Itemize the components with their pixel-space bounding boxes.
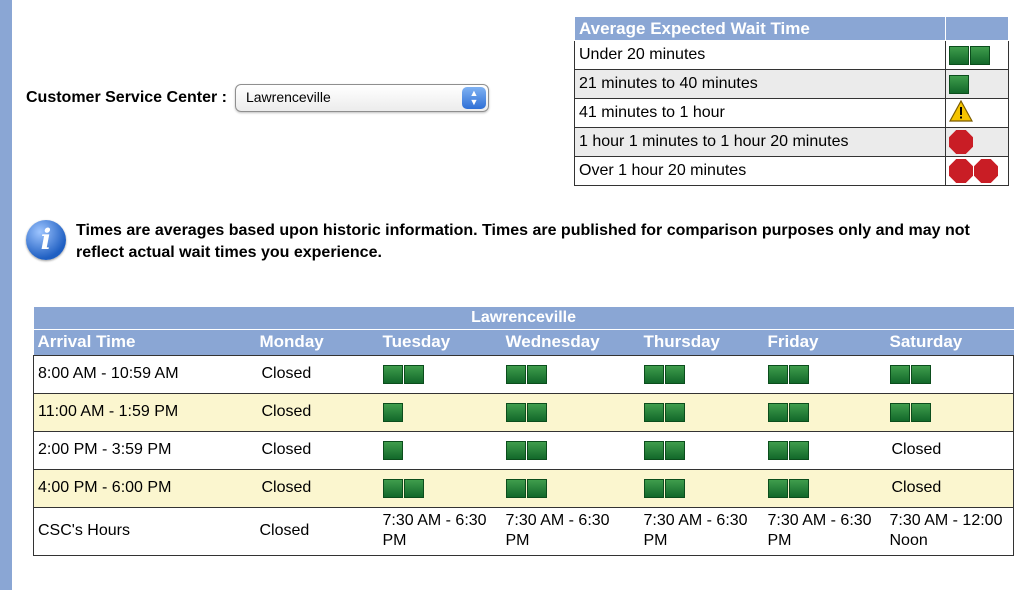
legend-row: Over 1 hour 20 minutes <box>574 156 1009 186</box>
wait-time-legend: Average Expected Wait Time Under 20 minu… <box>574 16 1009 186</box>
warning-icon <box>949 99 973 122</box>
two-green-squares-icon <box>767 364 882 384</box>
monday-cell: Closed <box>255 430 379 469</box>
service-center-label: Customer Service Center : <box>26 89 227 106</box>
two-green-squares-icon <box>949 45 1005 65</box>
info-note-text: Times are averages based upon historic i… <box>76 222 970 261</box>
saturday-hours-cell: 7:30 AM - 12:00 Noon <box>885 506 1015 556</box>
table-row: 11:00 AM - 1:59 PM Closed <box>33 392 1015 431</box>
thursday-cell <box>639 468 764 507</box>
two-green-squares-icon <box>889 402 1010 422</box>
legend-row: 41 minutes to 1 hour <box>574 98 1009 128</box>
column-header-wednesday: Wednesday <box>501 329 640 355</box>
wednesday-cell <box>501 354 640 393</box>
monday-cell: Closed <box>255 354 379 393</box>
one-green-square-icon <box>382 440 498 460</box>
legend-row: Under 20 minutes <box>574 40 1009 70</box>
two-green-squares-icon <box>767 402 882 422</box>
two-green-squares-icon <box>382 364 498 384</box>
service-center-selector: Customer Service Center : Lawrenceville … <box>26 84 489 112</box>
column-header-thursday: Thursday <box>639 329 764 355</box>
two-green-squares-icon <box>643 478 760 498</box>
tuesday-cell <box>378 354 502 393</box>
wait-time-schedule: Lawrenceville Arrival Time Monday Tuesda… <box>33 307 1015 556</box>
table-row-hours: CSC's Hours Closed 7:30 AM - 6:30 PM 7:3… <box>33 506 1015 556</box>
one-green-square-icon <box>949 74 1005 94</box>
hours-label-cell: CSC's Hours <box>33 506 256 556</box>
wednesday-cell <box>501 430 640 469</box>
column-header-monday: Monday <box>255 329 379 355</box>
legend-row: 21 minutes to 40 minutes <box>574 69 1009 99</box>
table-row: 4:00 PM - 6:00 PM Closed Closed <box>33 468 1015 507</box>
saturday-cell: Closed <box>885 468 1015 507</box>
schedule-title: Lawrenceville <box>33 307 1014 330</box>
two-green-squares-icon <box>643 364 760 384</box>
tuesday-cell <box>378 468 502 507</box>
wednesday-cell <box>501 392 640 431</box>
friday-cell <box>763 430 886 469</box>
legend-row: 1 hour 1 minutes to 1 hour 20 minutes <box>574 127 1009 157</box>
tuesday-cell <box>378 430 502 469</box>
friday-cell <box>763 392 886 431</box>
two-green-squares-icon <box>767 478 882 498</box>
one-green-square-icon <box>382 402 498 422</box>
saturday-cell: Closed <box>885 430 1015 469</box>
monday-hours-cell: Closed <box>255 506 379 556</box>
monday-cell: Closed <box>255 392 379 431</box>
tuesday-hours-cell: 7:30 AM - 6:30 PM <box>378 506 502 556</box>
friday-hours-cell: 7:30 AM - 6:30 PM <box>763 506 886 556</box>
wednesday-cell <box>501 468 640 507</box>
column-header-saturday: Saturday <box>885 329 1014 355</box>
two-green-squares-icon <box>889 364 1010 384</box>
legend-label: Over 1 hour 20 minutes <box>574 156 946 186</box>
legend-title: Average Expected Wait Time <box>574 16 946 41</box>
left-accent-bar <box>0 0 12 590</box>
service-center-select[interactable]: Lawrenceville ▲ ▼ <box>234 84 489 112</box>
legend-label: 1 hour 1 minutes to 1 hour 20 minutes <box>574 127 946 157</box>
legend-symbol <box>945 69 1009 99</box>
two-green-squares-icon <box>643 440 760 460</box>
wednesday-hours-cell: 7:30 AM - 6:30 PM <box>501 506 640 556</box>
two-green-squares-icon <box>505 478 636 498</box>
thursday-cell <box>639 354 764 393</box>
info-note: i Times are averages based upon historic… <box>26 220 986 264</box>
thursday-hours-cell: 7:30 AM - 6:30 PM <box>639 506 764 556</box>
legend-symbol <box>945 98 1009 128</box>
two-green-squares-icon <box>505 402 636 422</box>
column-header-friday: Friday <box>763 329 886 355</box>
column-header-arrival-time: Arrival Time <box>33 329 256 355</box>
legend-label: Under 20 minutes <box>574 40 946 70</box>
tuesday-cell <box>378 392 502 431</box>
table-row: 8:00 AM - 10:59 AM Closed <box>33 354 1015 393</box>
stop-icon <box>949 130 1005 154</box>
legend-label: 21 minutes to 40 minutes <box>574 69 946 99</box>
arrival-time-cell: 11:00 AM - 1:59 PM <box>33 392 256 431</box>
arrival-time-cell: 2:00 PM - 3:59 PM <box>33 430 256 469</box>
saturday-cell <box>885 354 1015 393</box>
legend-symbol <box>945 127 1009 157</box>
column-header-tuesday: Tuesday <box>378 329 502 355</box>
two-green-squares-icon <box>505 364 636 384</box>
info-icon: i <box>26 220 66 260</box>
saturday-cell <box>885 392 1015 431</box>
friday-cell <box>763 354 886 393</box>
select-arrows-icon: ▲ ▼ <box>461 87 486 109</box>
arrival-time-cell: 4:00 PM - 6:00 PM <box>33 468 256 507</box>
legend-symbol <box>945 156 1009 186</box>
thursday-cell <box>639 392 764 431</box>
table-row: 2:00 PM - 3:59 PM Closed Closed <box>33 430 1015 469</box>
two-green-squares-icon <box>505 440 636 460</box>
service-center-select-value: Lawrenceville <box>245 89 331 105</box>
arrival-time-cell: 8:00 AM - 10:59 AM <box>33 354 256 393</box>
legend-symbol-header <box>945 16 1009 41</box>
monday-cell: Closed <box>255 468 379 507</box>
legend-label: 41 minutes to 1 hour <box>574 98 946 128</box>
thursday-cell <box>639 430 764 469</box>
friday-cell <box>763 468 886 507</box>
two-stop-icons <box>949 159 1005 183</box>
two-green-squares-icon <box>382 478 498 498</box>
legend-symbol <box>945 40 1009 70</box>
two-green-squares-icon <box>643 402 760 422</box>
two-green-squares-icon <box>767 440 882 460</box>
